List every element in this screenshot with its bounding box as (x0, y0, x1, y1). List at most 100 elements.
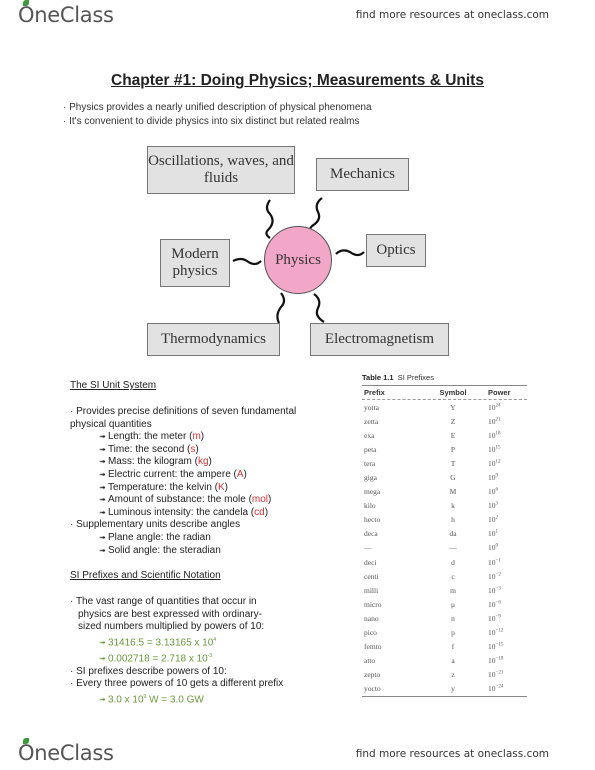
leaf-icon (23, 738, 29, 744)
unit-item: Temperature: the kelvin (K) (70, 482, 330, 495)
power-exponent: −9 (495, 614, 501, 620)
cell-power: 106 (488, 487, 499, 497)
table-row: yocto y 10−24 (362, 682, 527, 696)
cell-prefix: kilo (364, 501, 376, 511)
cell-power: 10−24 (488, 684, 504, 694)
physics-realms-diagram: Oscillations, waves, and fluids Mechanic… (140, 140, 460, 370)
table-row: deca da 101 (362, 527, 527, 541)
cell-prefix: nano (364, 613, 379, 623)
cell-symbol: k (451, 501, 455, 511)
cell-prefix: tera (364, 458, 376, 468)
supplementary-bullet: Supplementary units describe angles (70, 519, 330, 532)
power-exponent: 3 (495, 501, 499, 507)
physics-center-circle: Physics (264, 226, 332, 294)
power-exponent: 2 (495, 515, 499, 521)
wave-optics (335, 249, 365, 257)
cell-power: 1021 (488, 416, 501, 426)
power-exponent: −3 (495, 586, 501, 592)
header-prefix: Prefix (364, 388, 385, 397)
intro-bullet: It's convenient to divide physics into s… (63, 115, 372, 129)
power-exponent: 12 (495, 459, 501, 465)
cell-prefix: atto (364, 656, 376, 666)
prefix-example: 3.0 x 109 W = 3.0 GW (70, 691, 285, 707)
power-exponent: 24 (495, 403, 501, 409)
header-power: Power (488, 388, 511, 397)
prefix-bullet-2: SI prefixes describe powers of 10: (70, 666, 285, 679)
unit-item: Length: the meter (m) (70, 431, 330, 444)
table-row: milli m 10−3 (362, 583, 527, 597)
cell-prefix: yotta (364, 402, 379, 412)
notation-example: 0.002718 = 2.718 x 10-3 (70, 650, 285, 666)
table-row: deci d 10−1 (362, 555, 527, 569)
unit-item: Electric current: the ampere (A) (70, 469, 330, 482)
power-exponent: 0 (495, 543, 499, 549)
cell-prefix: deci (364, 557, 377, 567)
cell-power: 10−21 (488, 670, 504, 680)
intro-list: Physics provides a nearly unified descri… (63, 101, 372, 129)
cell-prefix: zetta (364, 416, 379, 426)
cell-power: 10−6 (488, 599, 501, 609)
cell-power: 1012 (488, 458, 501, 468)
cell-prefix: deca (364, 529, 378, 539)
table-row: atto a 10−18 (362, 654, 527, 668)
realm-oscillations: Oscillations, waves, and fluids (147, 146, 295, 194)
cell-symbol: y (451, 684, 455, 694)
table-row: centi c 10−2 (362, 569, 527, 583)
resources-link[interactable]: find more resources at oneclass.com (356, 9, 549, 21)
prefix-heading: SI Prefixes and Scientific Notation (70, 570, 221, 581)
header-symbol: Symbol (439, 388, 467, 397)
cell-power: 10−2 (488, 571, 501, 581)
page-title: Chapter #1: Doing Physics; Measurements … (111, 72, 484, 89)
realm-optics: Optics (366, 234, 426, 267)
cell-power: 10−9 (488, 613, 501, 623)
cell-symbol: E (450, 430, 456, 440)
intro-bullet: Physics provides a nearly unified descri… (63, 101, 371, 115)
power-exponent: −2 (495, 572, 501, 578)
cell-symbol: G (450, 473, 456, 483)
table-row: tera T 1012 (362, 456, 527, 470)
table-row: giga G 109 (362, 470, 527, 484)
table-row: kilo k 103 (362, 499, 527, 513)
cell-prefix: mega (364, 487, 381, 497)
cell-symbol: — (449, 543, 457, 553)
cell-symbol: Y (450, 402, 456, 412)
cell-power: 1018 (488, 430, 501, 440)
wave-thermo (276, 292, 286, 324)
unit-item: Time: the second (s) (70, 444, 330, 457)
cell-prefix: pico (364, 628, 377, 638)
cell-prefix: centi (364, 571, 379, 581)
cell-prefix: micro (364, 599, 382, 609)
wave-em (313, 293, 325, 323)
power-exponent: −15 (495, 642, 504, 648)
unit-item: Amount of substance: the mole (mol) (70, 494, 330, 507)
cell-symbol: c (451, 571, 455, 581)
cell-symbol: m (450, 585, 456, 595)
table-body: yotta Y 1024 zetta Z 1021 exa E 1018 peta P 1015 ter… (362, 400, 527, 696)
cell-prefix: milli (364, 585, 379, 595)
realm-thermodynamics: Thermodynamics (147, 323, 280, 356)
table-caption: Table 1.1 SI Prefixes (362, 373, 434, 382)
cell-symbol: n (451, 613, 455, 623)
cell-power: 102 (488, 515, 499, 525)
power-exponent: 18 (495, 431, 501, 437)
table-row: peta P 1015 (362, 442, 527, 456)
oneclass-logo[interactable]: OneClass (18, 0, 114, 27)
cell-symbol: d (451, 557, 455, 567)
table-row: hecto h 102 (362, 513, 527, 527)
leaf-icon (23, 0, 29, 6)
cell-power: 100 (488, 543, 499, 553)
cell-power: 109 (488, 473, 498, 483)
cell-symbol: P (450, 444, 456, 454)
table-header: Prefix Symbol Power (362, 386, 527, 399)
cell-prefix: — (364, 543, 372, 553)
prefix-bullet-3: Every three powers of 10 gets a differen… (70, 678, 285, 691)
si-intro: Provides precise definitions of seven fu… (70, 406, 330, 431)
cell-prefix: femto (364, 642, 382, 652)
table-row: — — 100 (362, 541, 527, 555)
power-exponent: 6 (495, 487, 499, 493)
footer-oneclass-logo[interactable]: OneClass (18, 738, 114, 765)
table-row: zetta Z 1021 (362, 414, 527, 428)
footer-resources-link[interactable]: find more resources at oneclass.com (356, 748, 549, 760)
power-exponent: −24 (495, 684, 504, 690)
unit-item: Mass: the kilogram (kg) (70, 456, 330, 469)
